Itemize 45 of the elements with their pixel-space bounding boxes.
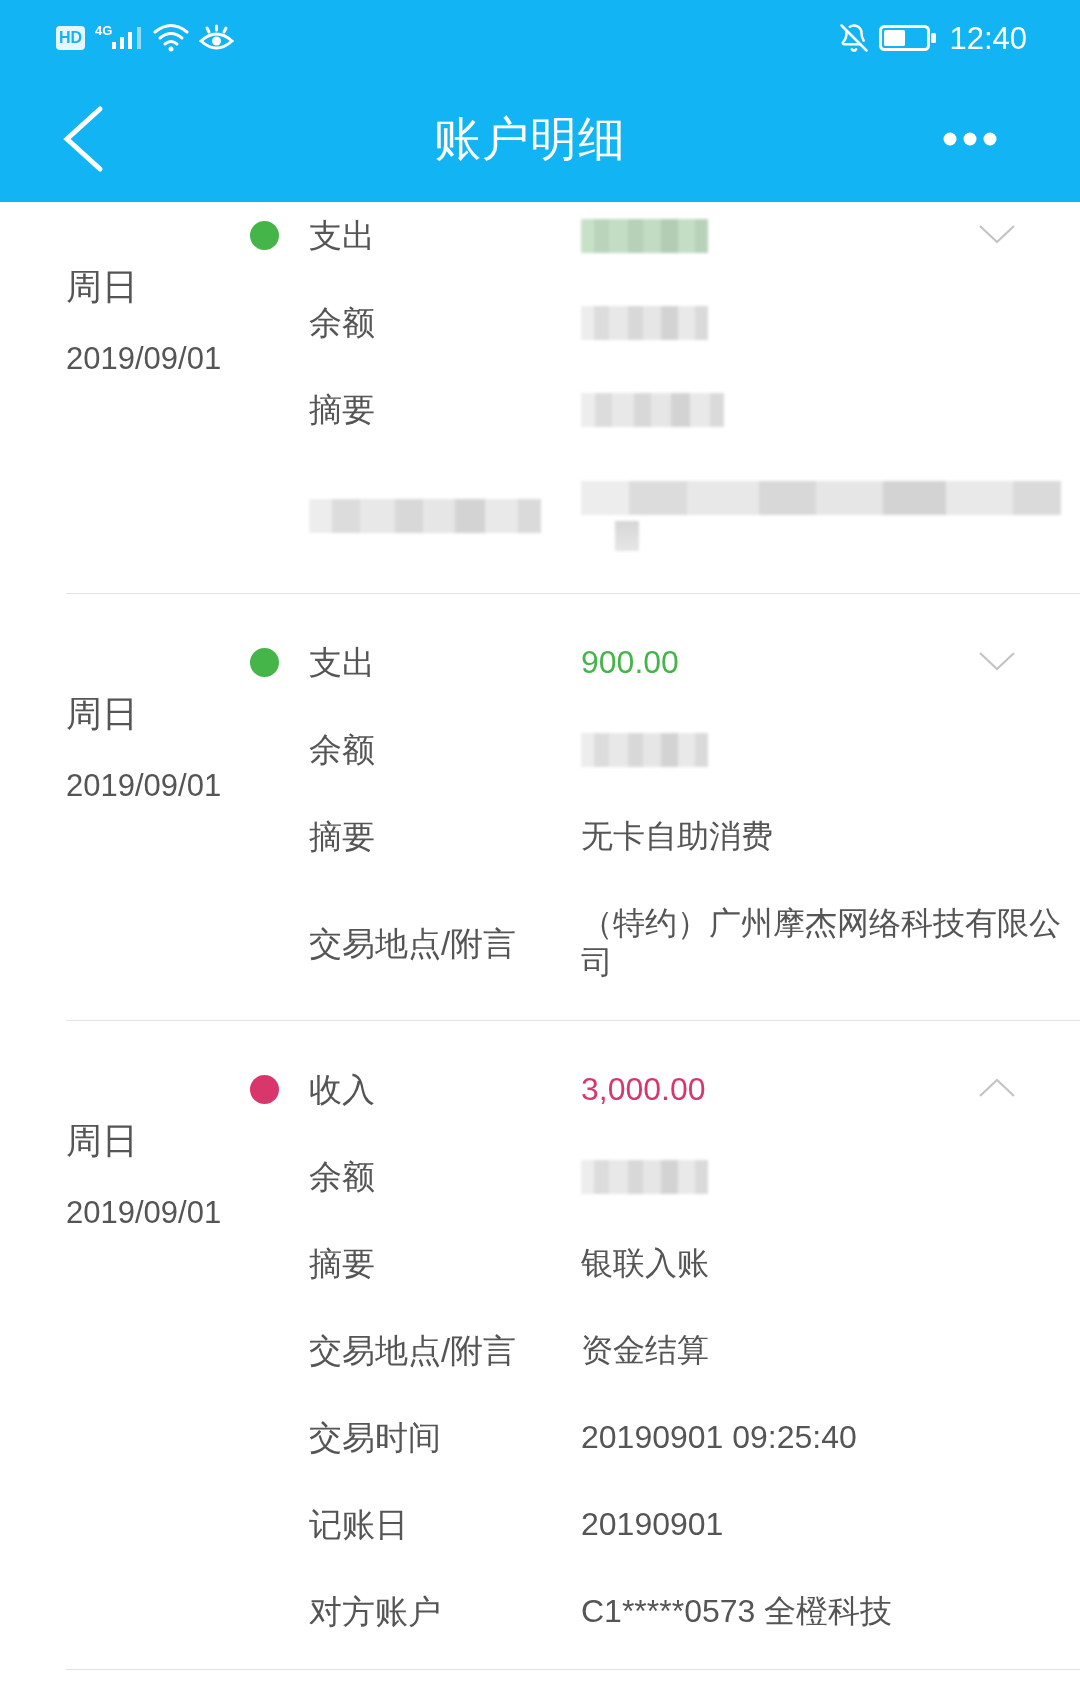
chevron-down-icon[interactable] bbox=[979, 650, 1015, 671]
amount-value: 900.00 bbox=[581, 643, 679, 682]
battery-icon bbox=[879, 25, 937, 51]
field-value: 20190901 09:25:40 bbox=[581, 1418, 857, 1457]
field-value: C1*****0573 全橙科技 bbox=[581, 1592, 893, 1631]
wifi-icon bbox=[153, 23, 190, 53]
date-label: 2019/09/01 bbox=[66, 767, 222, 805]
weekday-label: 周日 bbox=[66, 1119, 138, 1163]
field-value: （特约）广州摩杰网络科技有限公司 bbox=[581, 904, 1062, 982]
status-time: 12:40 bbox=[949, 22, 1027, 54]
field-label: 摘要 bbox=[309, 390, 375, 429]
transaction-type-label: 收入 bbox=[309, 1070, 375, 1109]
weekday-label: 周日 bbox=[66, 265, 138, 309]
date-label: 2019/09/01 bbox=[66, 1194, 222, 1232]
more-dots-icon bbox=[943, 132, 997, 146]
field-label: 余额 bbox=[309, 1157, 375, 1196]
field-value: 银联入账 bbox=[581, 1244, 709, 1283]
transaction-type-label: 支出 bbox=[309, 643, 375, 682]
field-label: 交易时间 bbox=[309, 1418, 441, 1457]
field-value: 无卡自助消费 bbox=[581, 817, 773, 856]
transaction-type-label: 支出 bbox=[309, 216, 375, 255]
field-label: 摘要 bbox=[309, 817, 375, 856]
field-label: 余额 bbox=[309, 303, 375, 342]
field-label: 记账日 bbox=[309, 1505, 408, 1544]
bell-off-icon bbox=[839, 23, 870, 53]
date-label: 2019/09/01 bbox=[66, 340, 222, 378]
amount-value: 3,000.00 bbox=[581, 1070, 706, 1109]
weekday-label: 周日 bbox=[66, 692, 138, 736]
field-value: 20190901 bbox=[581, 1505, 724, 1544]
eye-icon bbox=[199, 24, 235, 52]
chevron-down-icon[interactable] bbox=[979, 223, 1015, 244]
signal-icon bbox=[112, 27, 144, 49]
chevron-left-icon bbox=[62, 105, 104, 173]
chevron-up-icon[interactable] bbox=[979, 1077, 1015, 1098]
field-value: 资金结算 bbox=[581, 1331, 709, 1370]
more-button[interactable] bbox=[943, 132, 997, 146]
hd-badge: HD bbox=[56, 26, 86, 50]
network-type-label: 4G bbox=[95, 24, 113, 37]
field-label: 对方账户 bbox=[309, 1592, 441, 1631]
field-label: 余额 bbox=[309, 730, 375, 769]
page-title: 账户明细 bbox=[433, 110, 626, 167]
field-label: 摘要 bbox=[309, 1244, 375, 1283]
back-button[interactable] bbox=[62, 105, 104, 173]
field-label: 交易地点/附言 bbox=[309, 923, 517, 963]
field-label: 交易地点/附言 bbox=[309, 1331, 517, 1370]
